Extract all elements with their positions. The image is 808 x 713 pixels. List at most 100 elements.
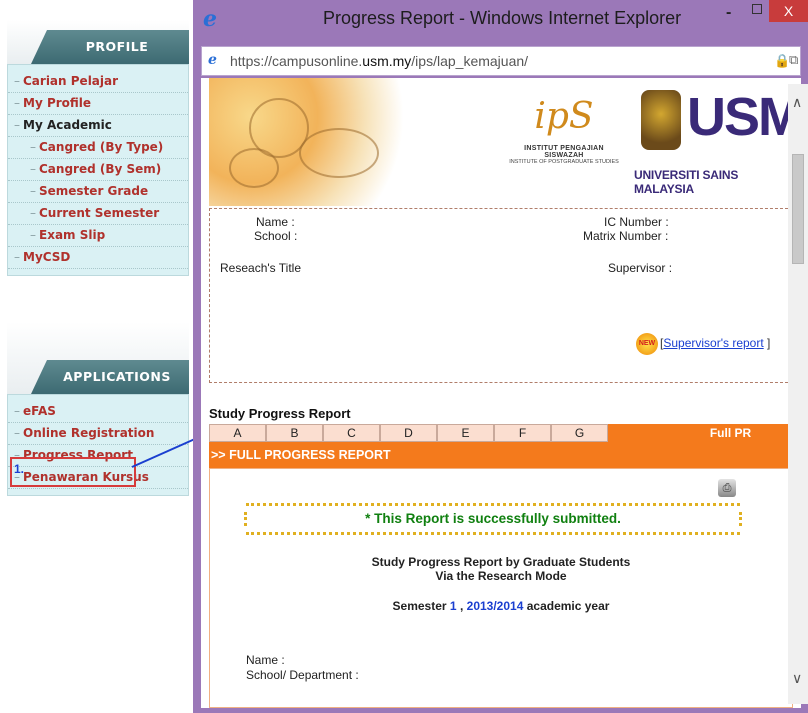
report-name-label: Name : bbox=[246, 653, 285, 667]
sidebar-item-exam-slip[interactable]: – Exam Slip bbox=[8, 225, 188, 247]
semester-separator: , bbox=[459, 599, 464, 613]
address-bar[interactable]: e https://campusonline.usm.my/ips/lap_ke… bbox=[201, 46, 801, 76]
scroll-thumb[interactable] bbox=[792, 154, 804, 264]
sidebar-item-efas[interactable]: – eFAS bbox=[8, 401, 188, 423]
success-message: * This Report is successfully submitted. bbox=[365, 511, 621, 526]
banner-artwork bbox=[209, 78, 419, 206]
close-button[interactable]: X bbox=[769, 0, 808, 22]
report-department-label: School/ Department : bbox=[246, 668, 359, 682]
tab-g[interactable]: G bbox=[551, 424, 608, 442]
scroll-down-icon[interactable]: ∨ bbox=[792, 670, 802, 687]
vertical-scrollbar[interactable]: ∧ ∨ bbox=[788, 84, 808, 704]
matrix-number-label: Matrix Number : bbox=[583, 229, 669, 243]
profile-panel: PROFILE – Carian Pelajar – My Profile – My Ac… bbox=[7, 20, 189, 276]
print-icon[interactable]: ⎙ bbox=[718, 479, 736, 497]
sidebar-item-label: eFAS bbox=[23, 404, 56, 418]
minimize-button[interactable]: - bbox=[726, 4, 731, 22]
address-url[interactable]: https://campusonline.usm.my/ips/lap_kema… bbox=[230, 53, 528, 69]
tab-full-pr[interactable]: Full PR bbox=[608, 424, 793, 442]
semester-line: Semester 1 , 2013/2014 academic year bbox=[210, 599, 792, 613]
sidebar-item-semester-grade[interactable]: – Semester Grade bbox=[8, 181, 188, 203]
sidebar-item-label: My Profile bbox=[23, 96, 92, 110]
sidebar-item-label: Online Registration bbox=[23, 426, 155, 440]
name-label: Name : bbox=[256, 215, 295, 229]
tab-e[interactable]: E bbox=[437, 424, 494, 442]
sidebar-item-my-academic[interactable]: – My Academic bbox=[8, 115, 188, 137]
tab-a[interactable]: A bbox=[209, 424, 266, 442]
ie-window: e Progress Report - Windows Internet Exp… bbox=[193, 0, 808, 713]
lock-icon[interactable]: 🔒 bbox=[774, 53, 790, 69]
dash-icon: – bbox=[14, 74, 20, 88]
semester-prefix: Semester bbox=[392, 599, 447, 613]
progress-report-highlight bbox=[10, 457, 136, 487]
supervisor-label: Supervisor : bbox=[608, 261, 673, 275]
student-info-box: Name : School : IC Number : Matrix Numbe… bbox=[209, 208, 793, 383]
dash-icon: – bbox=[30, 162, 36, 176]
ie-logo-icon: e bbox=[203, 6, 217, 32]
url-domain: usm.my bbox=[362, 53, 412, 69]
sidebar-item-label: MyCSD bbox=[23, 250, 71, 264]
page-ie-icon: e bbox=[208, 52, 217, 68]
dash-icon: – bbox=[30, 206, 36, 220]
profile-panel-header: PROFILE bbox=[7, 20, 189, 64]
sidebar-item-my-profile[interactable]: – My Profile bbox=[8, 93, 188, 115]
profile-header-title: PROFILE bbox=[31, 30, 189, 64]
sidebar-item-label: Current Semester bbox=[39, 206, 160, 220]
tab-b[interactable]: B bbox=[266, 424, 323, 442]
url-path: /ips/lap_kemajuan/ bbox=[411, 53, 529, 69]
academic-year: 2013/2014 bbox=[466, 599, 524, 613]
usm-name: UNIVERSITI SAINS MALAYSIA bbox=[634, 168, 739, 196]
supervisor-report: [Supervisor's report ] bbox=[660, 336, 770, 350]
ic-number-label: IC Number : bbox=[604, 215, 669, 229]
usm-crest-icon bbox=[641, 90, 681, 150]
window-title: Progress Report - Windows Internet Explo… bbox=[323, 8, 682, 28]
sidebar-item-cangred-by-type[interactable]: – Cangred (By Type) bbox=[8, 137, 188, 159]
compatibility-icon[interactable]: ⧉ bbox=[789, 52, 798, 68]
study-progress-title: Study Progress Report bbox=[209, 406, 351, 421]
tab-f[interactable]: F bbox=[494, 424, 551, 442]
scroll-up-icon[interactable]: ∧ bbox=[792, 94, 802, 111]
dash-icon: – bbox=[30, 184, 36, 198]
report-heading-line1: Study Progress Report by Graduate Studen… bbox=[371, 555, 631, 569]
dash-icon: – bbox=[14, 250, 20, 264]
sidebar-item-mycsd[interactable]: – MyCSD bbox=[8, 247, 188, 269]
dash-icon: – bbox=[30, 228, 36, 242]
ips-subtitle: INSTITUTE OF POSTGRADUATE STUDIES bbox=[509, 159, 619, 165]
sidebar-item-label: Cangred (By Type) bbox=[39, 140, 164, 154]
window-titlebar: e Progress Report - Windows Internet Exp… bbox=[193, 0, 808, 42]
semester-suffix: academic year bbox=[526, 599, 610, 613]
bracket-close: ] bbox=[767, 336, 771, 350]
report-frame: ⎙ * This Report is successfully submitte… bbox=[209, 468, 793, 708]
applications-panel-header: APPLICATIONS bbox=[7, 322, 189, 394]
tab-c[interactable]: C bbox=[323, 424, 380, 442]
page-content: ipS INSTITUT PENGAJIAN SISWAZAH INSTITUT… bbox=[201, 78, 801, 708]
report-heading-line2: Via the Research Mode bbox=[435, 569, 567, 583]
sidebar-item-label: Carian Pelajar bbox=[23, 74, 119, 88]
school-label: School : bbox=[254, 229, 298, 243]
report-tabs: A B C D E F G Full PR bbox=[209, 424, 793, 442]
sidebar-item-label: Cangred (By Sem) bbox=[39, 162, 162, 176]
sidebar-item-label: Semester Grade bbox=[39, 184, 149, 198]
research-title-label: Reseach's Title bbox=[220, 261, 301, 275]
supervisor-report-link[interactable]: Supervisor's report bbox=[663, 336, 763, 350]
annotation-step-number: 1. bbox=[14, 462, 25, 476]
tab-d[interactable]: D bbox=[380, 424, 437, 442]
profile-menu: – Carian Pelajar – My Profile – My Academic – C… bbox=[7, 64, 189, 276]
dash-icon: – bbox=[14, 118, 20, 132]
usm-logo-letters: USM bbox=[687, 87, 801, 147]
full-progress-report-bar: >> FULL PROGRESS REPORT bbox=[209, 442, 793, 468]
sidebar-item-online-registration[interactable]: – Online Registration bbox=[8, 423, 188, 445]
maximize-button[interactable] bbox=[752, 4, 762, 14]
ips-logo-icon: ipS bbox=[534, 96, 594, 137]
sidebar-item-carian-pelajar[interactable]: – Carian Pelajar bbox=[8, 71, 188, 93]
sidebar-item-current-semester[interactable]: – Current Semester bbox=[8, 203, 188, 225]
new-badge-icon: NEW bbox=[636, 333, 658, 355]
dash-icon: – bbox=[14, 404, 20, 418]
semester-number: 1 bbox=[449, 599, 457, 613]
ips-logo: ipS INSTITUT PENGAJIAN SISWAZAH INSTITUT… bbox=[504, 96, 624, 196]
usm-banner: ipS INSTITUT PENGAJIAN SISWAZAH INSTITUT… bbox=[209, 78, 801, 206]
dash-icon: – bbox=[14, 426, 20, 440]
applications-header-title: APPLICATIONS bbox=[31, 360, 189, 394]
sidebar-item-cangred-by-sem[interactable]: – Cangred (By Sem) bbox=[8, 159, 188, 181]
success-box: * This Report is successfully submitted. bbox=[244, 503, 742, 535]
